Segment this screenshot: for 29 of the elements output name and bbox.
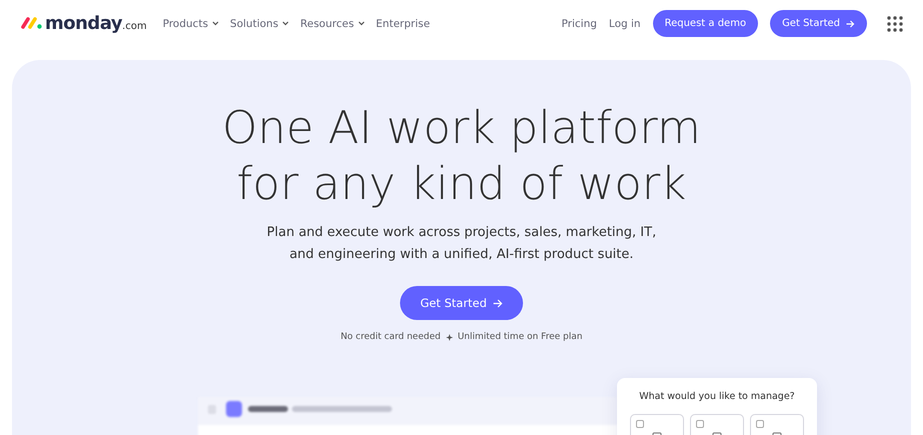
logo-icon (21, 17, 43, 29)
chevron-down-icon (358, 21, 365, 26)
checkbox[interactable] (696, 420, 704, 428)
logo-suffix: .com (122, 21, 147, 32)
nav-link[interactable]: Log in (608, 18, 641, 30)
note-text: No credit card needed (340, 332, 441, 342)
arrow-right-icon (846, 20, 855, 28)
nav-menu-item[interactable]: Products (162, 18, 220, 30)
request-demo-button[interactable]: Request a demo (652, 10, 758, 37)
hero-title: for any kind of work (236, 156, 686, 212)
checkbox[interactable] (756, 420, 764, 428)
chevron-down-icon (212, 21, 220, 26)
checkbox[interactable] (636, 420, 644, 428)
hero-subtitle: Plan and execute work across projects, sales, marketing, IT, (266, 224, 656, 242)
nav-menu-item[interactable]: Resources (300, 18, 365, 30)
chevron-down-icon (282, 21, 290, 26)
get-started-button[interactable]: Get Started (400, 286, 523, 320)
hero-subtitle: and engineering with a unified, AI-first product suite. (289, 246, 634, 264)
sparkle-icon (446, 334, 453, 340)
nav-menu-item[interactable]: Solutions (230, 18, 290, 30)
nav-menu-item[interactable]: Enterprise (376, 18, 430, 30)
get-started-button[interactable]: Get Started (770, 10, 867, 37)
note-text: Unlimited time on Free plan (458, 332, 582, 342)
card-title: What would you like to manage? (639, 391, 795, 402)
logo-wordmark[interactable]: monday (45, 13, 122, 34)
nav-link[interactable]: Pricing (562, 18, 597, 30)
hero-title: One AI work platform (222, 100, 701, 156)
arrow-right-icon (492, 298, 503, 308)
apps-grid-icon[interactable] (887, 16, 903, 32)
